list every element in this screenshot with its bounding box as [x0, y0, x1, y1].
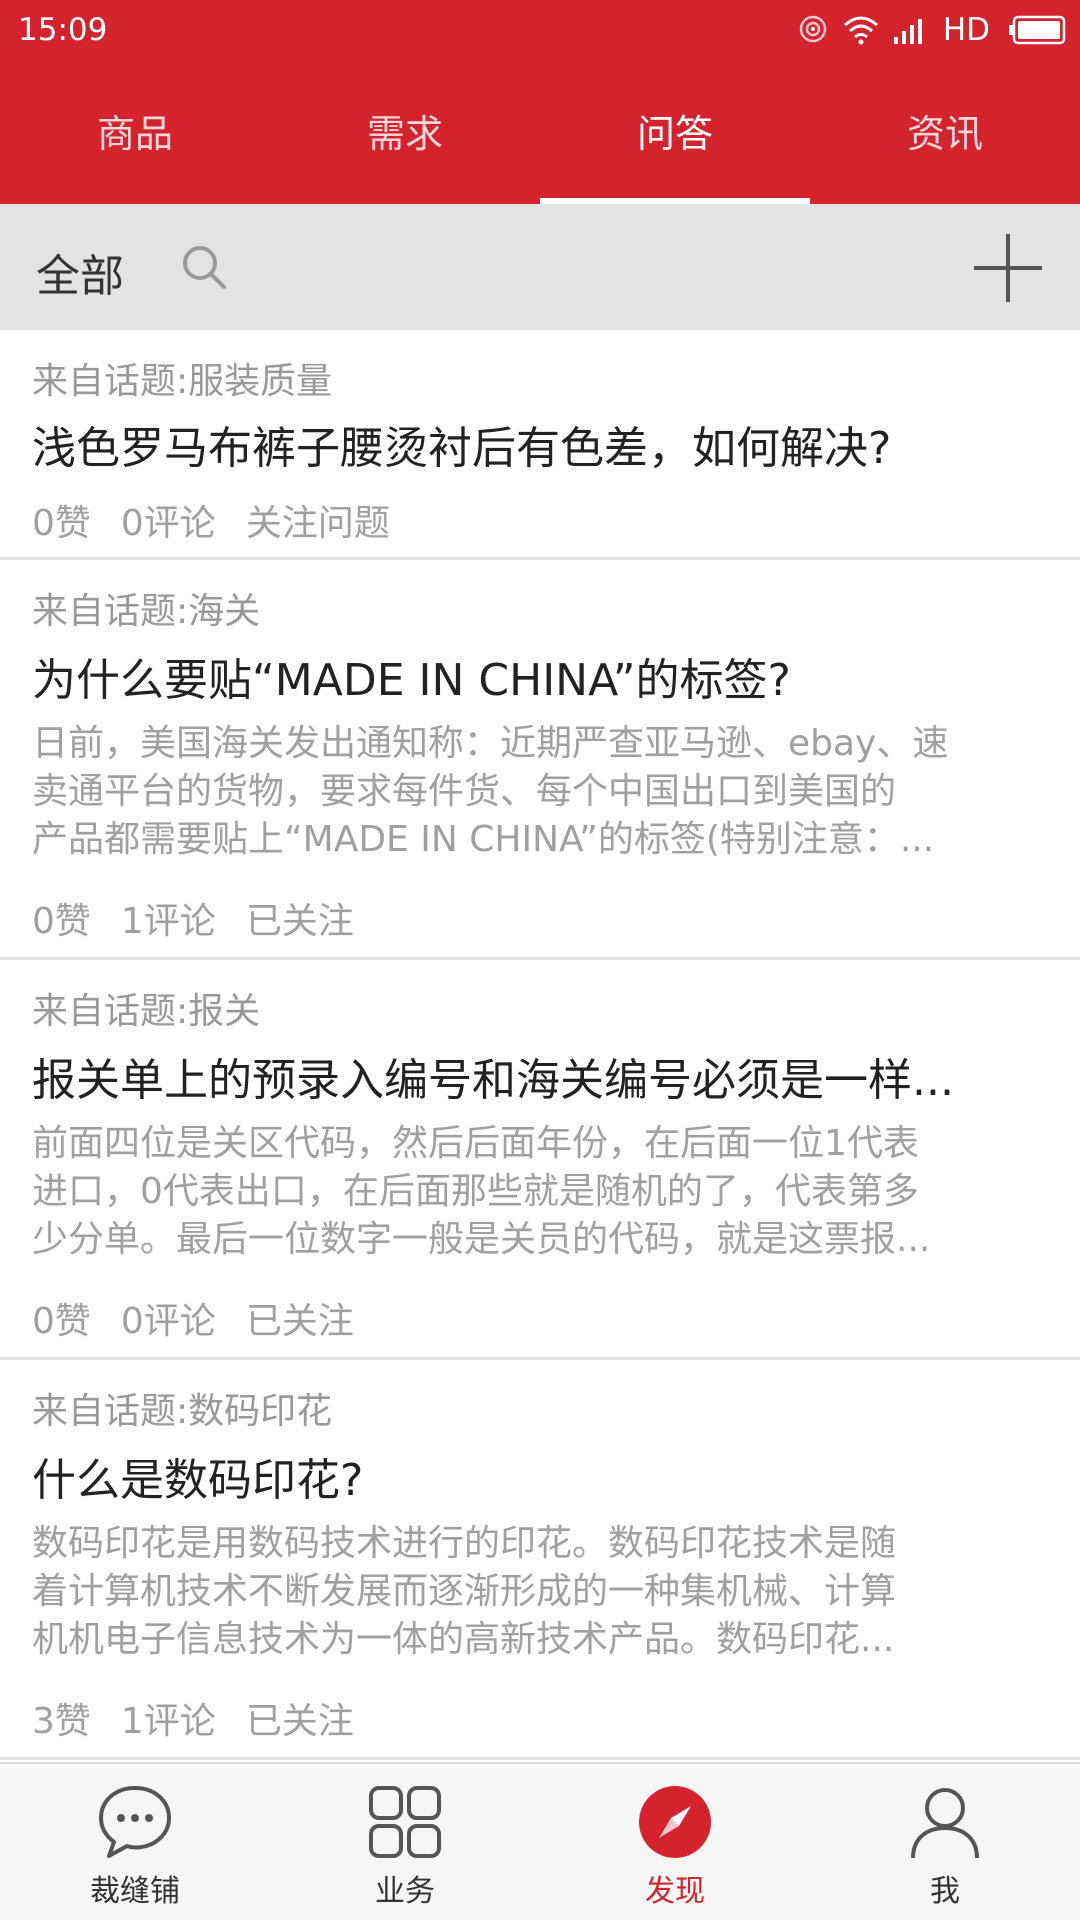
excerpt-line: 进口，0代表出口，在后面那些就是随机的了，代表第多 — [32, 1171, 919, 1212]
tab-demand[interactable]: 需求 — [270, 64, 540, 204]
tab-qa[interactable]: 问答 — [540, 64, 810, 204]
post-title[interactable]: 为什么要贴“MADE IN CHINA”的标签? — [32, 644, 791, 708]
chat-bubble-icon — [95, 1782, 175, 1866]
plus-icon[interactable] — [972, 232, 1044, 308]
tab-news[interactable]: 资讯 — [810, 64, 1080, 204]
signal-icon — [893, 15, 929, 45]
post-meta: 0赞 1评论 已关注 — [32, 892, 384, 944]
tab-label: 商品 — [96, 112, 173, 156]
like-count[interactable]: 0赞 — [32, 503, 91, 544]
nav-item-discover[interactable]: 发现 — [540, 1764, 810, 1920]
like-count[interactable]: 0赞 — [32, 901, 91, 942]
post-excerpt: 数码印花是用数码技术进行的印花。数码印花技术是随 着计算机技术不断发展而逐渐形成… — [32, 1520, 1052, 1664]
excerpt-line: 着计算机技术不断发展而逐渐形成的一种集机械、计算 — [32, 1571, 897, 1612]
search-icon[interactable] — [180, 243, 228, 295]
post-meta: 3赞 1评论 已关注 — [32, 1692, 384, 1744]
like-count[interactable]: 0赞 — [32, 1301, 91, 1342]
battery-icon — [1008, 15, 1066, 45]
post-topic[interactable]: 来自话题:海关 — [32, 582, 260, 634]
comment-count[interactable]: 1评论 — [121, 1701, 216, 1742]
qa-card[interactable]: 来自话题:报关 报关单上的预录入编号和海关编号必须是一样... 前面四位是关区代… — [0, 960, 1080, 1360]
like-count[interactable]: 3赞 — [32, 1701, 91, 1742]
nav-item-tailor-shop[interactable]: 裁缝铺 — [0, 1764, 270, 1920]
header: 15:09 HD 商品 需求 问答 资讯 — [0, 0, 1080, 204]
comment-count[interactable]: 1评论 — [121, 901, 216, 942]
tab-label: 问答 — [636, 112, 713, 156]
user-icon — [905, 1782, 985, 1866]
excerpt-line: 数码印花是用数码技术进行的印花。数码印花技术是随 — [32, 1523, 897, 1564]
post-excerpt: 日前，美国海关发出通知称：近期严查亚马逊、ebay、速 卖通平台的货物，要求每件… — [32, 720, 1052, 864]
nav-item-me[interactable]: 我 — [810, 1764, 1080, 1920]
excerpt-line: 产品都需要贴上“MADE IN CHINA”的标签(特别注意：... — [32, 819, 935, 860]
follow-button[interactable]: 已关注 — [246, 1701, 354, 1742]
tab-label: 资讯 — [906, 112, 983, 156]
excerpt-line: 前面四位是关区代码，然后后面年份，在后面一位1代表 — [32, 1123, 919, 1164]
tab-products[interactable]: 商品 — [0, 64, 270, 204]
post-meta: 0赞 0评论 关注问题 — [32, 494, 420, 546]
grid-icon — [365, 1782, 445, 1866]
qa-card[interactable]: 来自话题:服装质量 浅色罗马布裤子腰烫衬后有色差，如何解决? 0赞 0评论 关注问题 — [0, 330, 1080, 560]
excerpt-line: 机机电子信息技术为一体的高新技术产品。数码印花... — [32, 1619, 895, 1660]
app-root: 15:09 HD 商品 需求 问答 资讯 全部 来自话题:服装质量 浅色罗马布裤… — [0, 0, 1080, 1920]
comment-count[interactable]: 0评论 — [121, 503, 216, 544]
bottom-nav: 裁缝铺 业务 发现 我 — [0, 1762, 1080, 1920]
follow-button[interactable]: 已关注 — [246, 901, 354, 942]
tab-label: 需求 — [366, 112, 443, 156]
excerpt-line: 少分单。最后一位数字一般是关员的代码，就是这票报... — [32, 1219, 931, 1260]
filter-bar: 全部 — [0, 204, 1080, 330]
comment-count[interactable]: 0评论 — [121, 1301, 216, 1342]
nav-label: 发现 — [645, 1874, 705, 1909]
qa-card[interactable]: 来自话题:数码印花 什么是数码印花? 数码印花是用数码技术进行的印花。数码印花技… — [0, 1360, 1080, 1760]
post-title[interactable]: 报关单上的预录入编号和海关编号必须是一样... — [32, 1044, 954, 1108]
status-icons: HD — [797, 10, 1066, 50]
post-topic[interactable]: 来自话题:服装质量 — [32, 352, 332, 404]
post-title[interactable]: 浅色罗马布裤子腰烫衬后有色差，如何解决? — [32, 412, 891, 476]
nav-label: 我 — [930, 1874, 960, 1909]
top-tabs: 商品 需求 问答 资讯 — [0, 64, 1080, 204]
qa-feed: 来自话题:服装质量 浅色罗马布裤子腰烫衬后有色差，如何解决? 0赞 0评论 关注问题… — [0, 330, 1080, 1760]
nav-label: 业务 — [375, 1874, 435, 1909]
excerpt-line: 日前，美国海关发出通知称：近期严查亚马逊、ebay、速 — [32, 723, 949, 764]
follow-button[interactable]: 已关注 — [246, 1301, 354, 1342]
post-excerpt: 前面四位是关区代码，然后后面年份，在后面一位1代表 进口，0代表出口，在后面那些… — [32, 1120, 1052, 1264]
post-topic[interactable]: 来自话题:数码印花 — [32, 1382, 332, 1434]
follow-button[interactable]: 关注问题 — [246, 503, 390, 544]
nav-label: 裁缝铺 — [90, 1874, 180, 1909]
hotspot-icon — [797, 14, 829, 46]
nav-item-business[interactable]: 业务 — [270, 1764, 540, 1920]
network-type: HD — [942, 12, 990, 48]
post-topic[interactable]: 来自话题:报关 — [32, 982, 260, 1034]
status-time: 15:09 — [18, 12, 108, 48]
wifi-icon — [843, 15, 879, 45]
status-bar: 15:09 HD — [0, 0, 1080, 64]
post-title[interactable]: 什么是数码印花? — [32, 1444, 363, 1508]
post-meta: 0赞 0评论 已关注 — [32, 1292, 384, 1344]
excerpt-line: 卖通平台的货物，要求每件货、每个中国出口到美国的 — [32, 771, 897, 812]
qa-card[interactable]: 来自话题:海关 为什么要贴“MADE IN CHINA”的标签? 日前，美国海关… — [0, 560, 1080, 960]
compass-icon — [635, 1782, 715, 1866]
category-filter[interactable]: 全部 — [36, 240, 124, 304]
